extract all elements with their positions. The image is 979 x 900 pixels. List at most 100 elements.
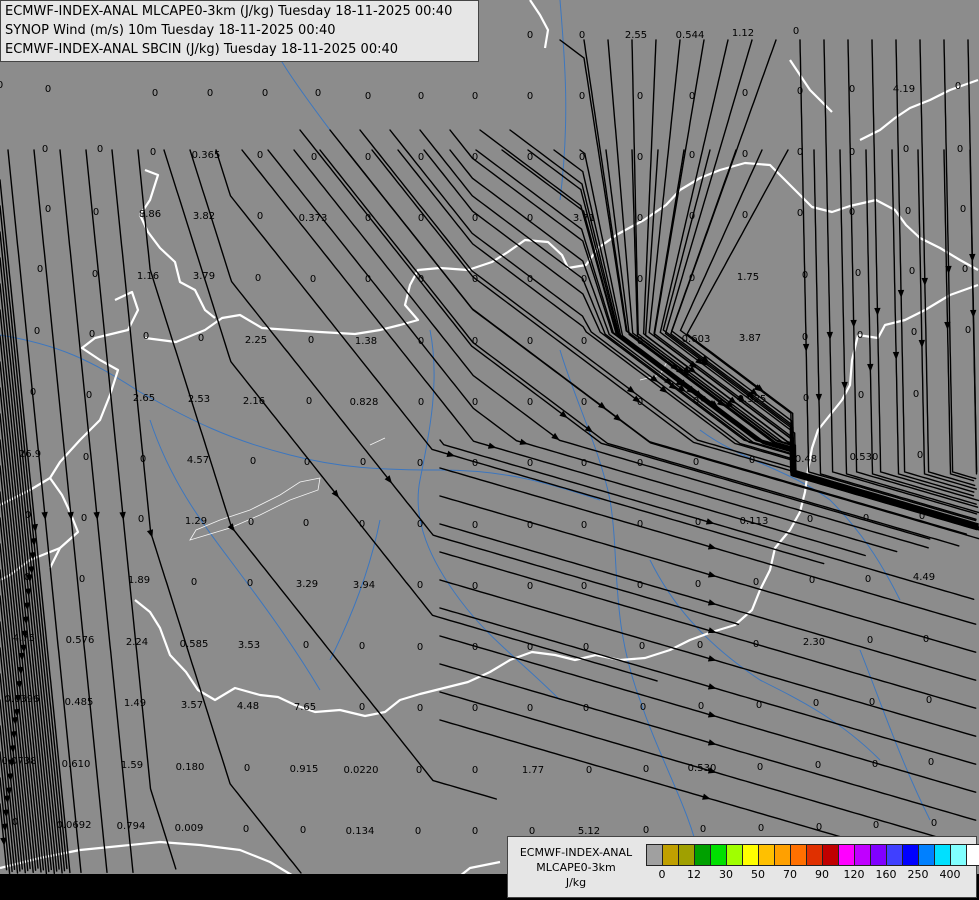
- grid-value-label: 0.915: [290, 764, 319, 775]
- grid-value-label: 0: [45, 84, 51, 95]
- wind-arrowhead: [918, 339, 925, 348]
- grid-value-label: 0: [415, 826, 421, 837]
- wind-arrowhead: [921, 277, 928, 286]
- grid-value-label: 0: [689, 273, 695, 284]
- grid-value-label: 0: [911, 327, 917, 338]
- grid-value-label: 0: [244, 763, 250, 774]
- grid-value-label: 0: [797, 147, 803, 158]
- grid-value-label: 0: [243, 824, 249, 835]
- grid-value-label: 0: [359, 641, 365, 652]
- grid-value-label: 0: [250, 456, 256, 467]
- wind-arrowhead: [707, 599, 717, 606]
- grid-value-label: 0: [86, 390, 92, 401]
- wind-arrowhead: [897, 289, 905, 298]
- wind-arrowhead: [598, 401, 607, 410]
- grid-value-label: 0: [527, 274, 533, 285]
- legend-tick: 12: [687, 868, 701, 881]
- grid-value-label: 3.94: [353, 580, 375, 591]
- grid-value-label: 0: [418, 213, 424, 224]
- legend-swatch: [727, 845, 743, 865]
- grid-value-label: 0: [527, 213, 533, 224]
- grid-value-label: 0: [640, 702, 646, 713]
- country-borders-layer: [0, 0, 979, 900]
- streamline: [0, 257, 63, 874]
- grid-value-label: 0: [858, 390, 864, 401]
- grid-value-label: 0: [527, 397, 533, 408]
- grid-value-label: 0: [527, 520, 533, 531]
- grid-value-label: 0: [152, 88, 158, 99]
- grid-value-label: 0: [300, 825, 306, 836]
- weather-map: 0 0 0 0 0 0 0 0 0 0 0 0 0 0 0 4.19 0 0 0 0 0.365 0 0 0 0 0 0 0 0 0 0 0 0…: [0, 0, 979, 900]
- grid-value-label: 0: [37, 264, 43, 275]
- legend-swatch: [695, 845, 711, 865]
- wind-arrowhead: [146, 529, 153, 538]
- grid-value-label: 0: [311, 152, 317, 163]
- wind-arrowhead: [815, 393, 823, 402]
- grid-value-label: 0.48: [795, 454, 817, 465]
- grid-value-label: 0: [365, 213, 371, 224]
- grid-value-label: 0: [802, 332, 808, 343]
- grid-value-label: 0: [965, 325, 971, 336]
- grid-value-label: 0.585: [180, 639, 209, 650]
- legend-swatch: [647, 845, 663, 865]
- grid-value-label: 0: [913, 389, 919, 400]
- grid-value-label: 0: [637, 397, 643, 408]
- grid-value-label: 0: [303, 518, 309, 529]
- grid-value-label: 0: [81, 513, 87, 524]
- streamline: [670, 149, 978, 530]
- grid-value-label: 0.828: [350, 397, 379, 408]
- grid-value-label: 0: [417, 519, 423, 530]
- grid-value-label: 0: [815, 760, 821, 771]
- grid-value-label: 0: [25, 510, 31, 521]
- grid-value-label: 3.53: [238, 640, 260, 651]
- grid-value-label: 0: [802, 270, 808, 281]
- grid-value-label: 0: [418, 152, 424, 163]
- legend-swatch: [663, 845, 679, 865]
- grid-value-label: 0: [797, 86, 803, 97]
- legend-tick: 50: [751, 868, 765, 881]
- legend-tick: 0: [658, 868, 666, 881]
- legend-swatch: [791, 845, 807, 865]
- grid-value-label: 0.180: [176, 762, 205, 773]
- grid-value-label: 0: [92, 269, 98, 280]
- grid-value-label: 0: [417, 703, 423, 714]
- grid-value-label: 0: [359, 519, 365, 530]
- map-canvas: 0 0 0 0 0 0 0 0 0 0 0 0 0 0 0 4.19 0 0 0 0 0.365 0 0 0 0 0 0 0 0 0 0 0 0…: [0, 0, 979, 900]
- wind-arrowhead: [487, 442, 497, 449]
- grid-value-label: 0: [472, 826, 478, 837]
- grid-value-label: 0: [472, 91, 478, 102]
- grid-value-label: 0: [693, 457, 699, 468]
- legend-color-bar: [646, 844, 979, 866]
- grid-value-label: 0: [138, 514, 144, 525]
- grid-value-label: 3.57: [181, 700, 203, 711]
- legend-swatch: [807, 845, 823, 865]
- grid-value-label: 0.0220: [344, 765, 379, 776]
- wind-arrowhead: [707, 543, 717, 550]
- grid-value-label: 0: [849, 84, 855, 95]
- streamline: [670, 39, 977, 527]
- grid-value-label: 0: [472, 152, 478, 163]
- grid-value-label: 0: [262, 88, 268, 99]
- grid-value-label: 0: [813, 698, 819, 709]
- grid-value-label: 0: [583, 703, 589, 714]
- grid-value-label: 0: [693, 396, 699, 407]
- legend-swatch: [679, 845, 695, 865]
- grid-value-label: 1.89: [128, 575, 150, 586]
- legend-source: ECMWF-INDEX-ANAL: [519, 846, 633, 859]
- grid-value-label: 0: [793, 26, 799, 37]
- grid-value-label: 1.38: [355, 336, 377, 347]
- legend-title: ECMWF-INDEX-ANAL MLCAPE0-3km J/kg: [510, 845, 642, 890]
- grid-value-label: 0: [849, 207, 855, 218]
- grid-value-label: 0.0738: [2, 756, 37, 767]
- grid-value-label: 0: [809, 575, 815, 586]
- grid-value-label: 0: [926, 695, 932, 706]
- streamline: [439, 551, 977, 709]
- grid-value-label: 0: [742, 210, 748, 221]
- grid-value-label: 1.12: [732, 28, 754, 39]
- legend-tick: 160: [875, 868, 897, 881]
- grid-value-label: 0: [579, 91, 585, 102]
- grid-value-label: 0: [30, 387, 36, 398]
- grid-value-label: 0: [191, 577, 197, 588]
- grid-value-label: 0: [928, 757, 934, 768]
- grid-value-label: 0: [581, 581, 587, 592]
